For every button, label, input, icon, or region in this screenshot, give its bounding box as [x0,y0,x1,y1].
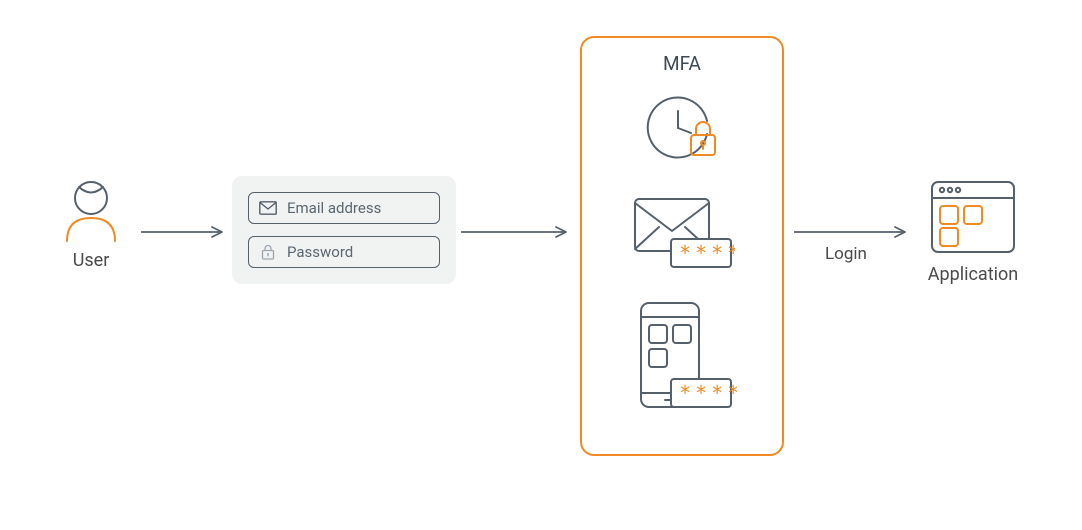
mfa-method-authenticator: **** [627,299,737,417]
arrow-user-to-credentials [140,225,230,227]
mfa-title: MFA [663,52,701,75]
login-label: Login [825,244,867,264]
application-block: Application [918,178,1028,285]
application-window-icon [928,178,1018,256]
password-field: Password [248,236,440,268]
phone-code-icon: **** [627,299,737,417]
credentials-panel: Email address Password [232,176,456,284]
arrow-credentials-to-mfa [460,225,575,227]
envelope-icon [259,199,277,217]
lock-icon [259,243,277,261]
email-code-icon: **** [629,193,735,271]
svg-text:****: **** [679,241,735,265]
mfa-method-totp [641,91,723,165]
email-label: Email address [287,199,381,217]
clock-lock-icon [641,91,723,165]
user-block: User [56,180,126,271]
password-label: Password [287,243,353,261]
mfa-panel: MFA [580,36,784,456]
application-label: Application [918,264,1028,285]
svg-text:****: **** [679,381,737,405]
user-label: User [56,250,126,271]
diagram-stage: User Email address [0,0,1082,530]
arrow-mfa-to-app [793,225,913,227]
user-icon [63,180,119,242]
mfa-method-email: **** [629,193,735,271]
email-field: Email address [248,192,440,224]
